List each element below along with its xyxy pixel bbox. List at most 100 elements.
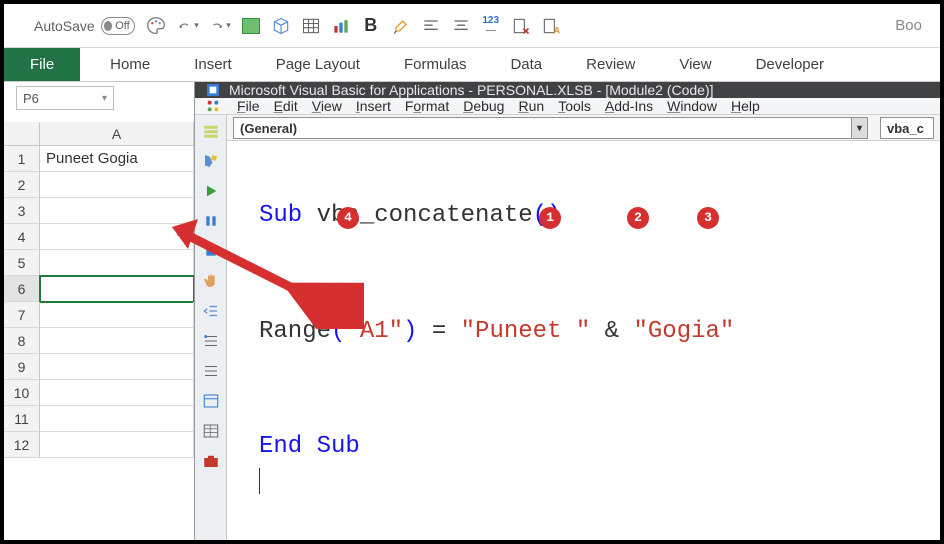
row-header[interactable]: 8 bbox=[4, 328, 40, 354]
row-header[interactable]: 12 bbox=[4, 432, 40, 458]
cell[interactable] bbox=[40, 380, 194, 406]
cell[interactable] bbox=[40, 328, 194, 354]
vbe-menu-format[interactable]: Format bbox=[405, 98, 449, 114]
cell[interactable] bbox=[40, 406, 194, 432]
tab-insert[interactable]: Insert bbox=[172, 48, 254, 81]
tab-file[interactable]: File bbox=[4, 48, 80, 81]
code-eq: = bbox=[417, 318, 460, 345]
vbe-mdi-icon[interactable] bbox=[205, 98, 221, 114]
row-header[interactable]: 7 bbox=[4, 302, 40, 328]
table-icon[interactable] bbox=[301, 16, 321, 36]
outdent-icon[interactable] bbox=[201, 301, 221, 321]
align-center-icon[interactable] bbox=[451, 16, 471, 36]
name-box-value: P6 bbox=[23, 91, 39, 106]
vbe-menu-help[interactable]: Help bbox=[731, 98, 760, 114]
cell[interactable] bbox=[40, 224, 194, 250]
grid-row[interactable]: 1Puneet Gogia bbox=[4, 146, 194, 172]
3d-model-icon[interactable] bbox=[271, 16, 291, 36]
undo-button[interactable]: ▾ bbox=[177, 15, 199, 37]
procedure-combo-value: vba_c bbox=[887, 121, 924, 136]
vbe-menu-file[interactable]: File bbox=[237, 98, 260, 114]
run-macro-icon[interactable] bbox=[201, 181, 221, 201]
vbe-menu-tools[interactable]: Tools bbox=[558, 98, 591, 114]
cell[interactable] bbox=[40, 276, 194, 302]
cell[interactable]: Puneet Gogia bbox=[40, 146, 194, 172]
standard-toolbar-icon[interactable] bbox=[201, 121, 221, 141]
text-format-icon[interactable]: A bbox=[541, 16, 561, 36]
tab-data[interactable]: Data bbox=[488, 48, 564, 81]
row-header[interactable]: 10 bbox=[4, 380, 40, 406]
worksheet-grid[interactable]: A 1Puneet Gogia23456789101112 bbox=[4, 122, 194, 540]
row-header[interactable]: 6 bbox=[4, 276, 40, 302]
tab-home[interactable]: Home bbox=[88, 48, 172, 81]
delete-sheet-icon[interactable] bbox=[511, 16, 531, 36]
cell[interactable] bbox=[40, 250, 194, 276]
grid-row[interactable]: 2 bbox=[4, 172, 194, 198]
cell[interactable] bbox=[40, 172, 194, 198]
grid-row[interactable]: 12 bbox=[4, 432, 194, 458]
row-header[interactable]: 1 bbox=[4, 146, 40, 172]
grid-row[interactable]: 6 bbox=[4, 276, 194, 302]
grid-row[interactable]: 10 bbox=[4, 380, 194, 406]
project-explorer-icon[interactable] bbox=[201, 391, 221, 411]
vbe-menu-addins[interactable]: Add-Ins bbox=[605, 98, 653, 114]
row-header[interactable]: 5 bbox=[4, 250, 40, 276]
properties-icon[interactable] bbox=[201, 421, 221, 441]
vbe-titlebar[interactable]: Microsoft Visual Basic for Applications … bbox=[195, 82, 940, 98]
grid-row[interactable]: 11 bbox=[4, 406, 194, 432]
tab-view[interactable]: View bbox=[657, 48, 733, 81]
comment-icon[interactable] bbox=[201, 361, 221, 381]
number-format-icon[interactable]: 123— bbox=[481, 16, 501, 36]
object-combo[interactable]: (General) ▾ bbox=[233, 117, 868, 139]
cell[interactable] bbox=[40, 302, 194, 328]
redo-button[interactable]: ▾ bbox=[209, 15, 231, 37]
code-editor[interactable]: Sub vba_concatenate() Range("A1") = "Pun… bbox=[227, 141, 940, 540]
vbe-menu-debug[interactable]: Debug bbox=[463, 98, 504, 114]
format-painter-icon[interactable] bbox=[391, 16, 411, 36]
autosave-toggle[interactable]: AutoSave Off bbox=[34, 17, 135, 35]
vbe-menu-run[interactable]: Run bbox=[518, 98, 544, 114]
align-left-icon[interactable] bbox=[421, 16, 441, 36]
vbe-menu-edit[interactable]: Edit bbox=[274, 98, 298, 114]
toolbox-icon[interactable] bbox=[201, 451, 221, 471]
grid-row[interactable]: 4 bbox=[4, 224, 194, 250]
vbe-menu-insert[interactable]: Insert bbox=[356, 98, 391, 114]
grid-row[interactable]: 7 bbox=[4, 302, 194, 328]
row-header[interactable]: 4 bbox=[4, 224, 40, 250]
tab-formulas[interactable]: Formulas bbox=[382, 48, 489, 81]
reset-icon[interactable] bbox=[201, 241, 221, 261]
cell[interactable] bbox=[40, 432, 194, 458]
bold-button[interactable]: B bbox=[361, 16, 381, 36]
grid-row[interactable]: 8 bbox=[4, 328, 194, 354]
annotation-badge-4: 4 bbox=[337, 207, 359, 229]
palette-icon[interactable] bbox=[145, 15, 167, 37]
select-all-corner[interactable] bbox=[4, 122, 40, 145]
cell[interactable] bbox=[40, 354, 194, 380]
name-box[interactable]: P6 ▾ bbox=[16, 86, 114, 110]
vbe-menu-window[interactable]: Window bbox=[667, 98, 717, 114]
row-header[interactable]: 9 bbox=[4, 354, 40, 380]
tab-developer[interactable]: Developer bbox=[734, 48, 846, 81]
cell[interactable] bbox=[40, 198, 194, 224]
bookmark-icon[interactable] bbox=[201, 331, 221, 351]
autosave-label: AutoSave bbox=[34, 18, 95, 34]
row-header[interactable]: 2 bbox=[4, 172, 40, 198]
hand-icon[interactable] bbox=[201, 271, 221, 291]
autosave-switch[interactable]: Off bbox=[101, 17, 135, 35]
column-header-a[interactable]: A bbox=[40, 122, 194, 145]
grid-row[interactable]: 9 bbox=[4, 354, 194, 380]
grid-row[interactable]: 3 bbox=[4, 198, 194, 224]
design-mode-icon[interactable] bbox=[201, 151, 221, 171]
vbe-menu-view[interactable]: View bbox=[312, 98, 342, 114]
tab-review[interactable]: Review bbox=[564, 48, 657, 81]
text-cursor bbox=[259, 468, 260, 494]
chevron-down-icon: ▾ bbox=[102, 93, 107, 104]
row-header[interactable]: 11 bbox=[4, 406, 40, 432]
break-icon[interactable] bbox=[201, 211, 221, 231]
procedure-combo[interactable]: vba_c bbox=[880, 117, 934, 139]
grid-row[interactable]: 5 bbox=[4, 250, 194, 276]
chart-icon[interactable] bbox=[331, 16, 351, 36]
tab-page-layout[interactable]: Page Layout bbox=[254, 48, 382, 81]
row-header[interactable]: 3 bbox=[4, 198, 40, 224]
fill-color-icon[interactable] bbox=[241, 16, 261, 36]
